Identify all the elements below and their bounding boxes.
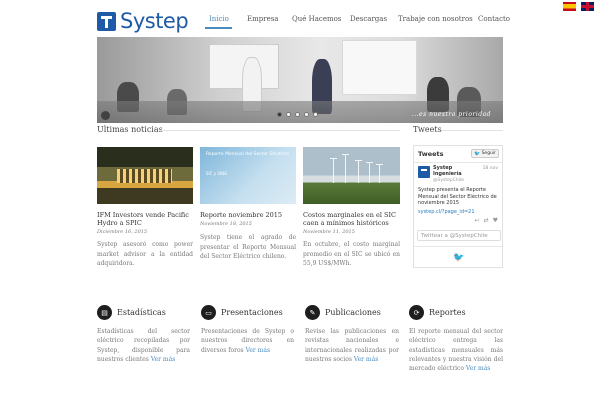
nav-active-indicator [205, 27, 232, 29]
news-excerpt: Systep asesoró como power market advisor… [97, 241, 193, 268]
ver-mas-link[interactable]: Ver más [151, 356, 175, 363]
nav-item-descargas[interactable]: Descargas [350, 15, 387, 23]
news-excerpt: Systep tiene el agrado de presentar el R… [200, 234, 296, 261]
twitter-bird-icon: 🐦 [474, 150, 481, 157]
feature-body-publicaciones: Revise las publicaciones en revistas nac… [305, 327, 399, 364]
turbine-pole [333, 159, 334, 183]
news-image-wind[interactable] [303, 147, 400, 204]
avatar[interactable] [418, 166, 430, 178]
presentation-icon[interactable]: ▭ [201, 305, 216, 320]
feature-title-publicaciones[interactable]: Publicaciones [325, 308, 381, 317]
turbine-pole [379, 165, 380, 183]
slider-dot[interactable] [286, 112, 291, 117]
hero-projection-screen [342, 40, 417, 95]
slider-dot[interactable] [313, 112, 318, 117]
tweet-author-name[interactable]: Systep Ingeniería [433, 165, 473, 177]
feature-description: Revise las publicaciones en revistas nac… [305, 328, 399, 363]
slider-dot[interactable] [295, 112, 300, 117]
feature-body-estadisticas: Estadísticas del sector eléctrico recopi… [97, 327, 190, 364]
news-image-report[interactable]: Reporte Mensual del Sector Eléctrico SIC… [200, 147, 296, 204]
flag-uk-icon[interactable] [581, 2, 594, 11]
tweets-section-title: Tweets [413, 125, 442, 134]
twitter-widget-header: Tweets [418, 150, 444, 158]
feature-body-reportes: El reporte mensual del sector eléctrico … [409, 327, 503, 373]
turbine-blade [355, 160, 362, 161]
chart-icon[interactable]: ▤ [97, 305, 112, 320]
feature-description: Estadísticas del sector eléctrico recopi… [97, 328, 190, 363]
news-title[interactable]: Costos marginales en el SIC caen a mínim… [303, 211, 400, 227]
reply-icon[interactable]: ↩ [475, 217, 480, 224]
turbine-blade [376, 164, 383, 165]
heart-icon[interactable]: ♥ [493, 217, 498, 224]
ver-mas-link[interactable]: Ver más [246, 347, 270, 354]
twitter-follow-button[interactable]: 🐦 Seguir [471, 149, 499, 158]
flag-spain-icon[interactable] [563, 2, 576, 11]
feature-body-presentaciones: Presentaciones de Systep o nuestros dire… [201, 327, 294, 355]
turbine-pole [345, 155, 346, 183]
feature-title-presentaciones[interactable]: Presentaciones [221, 308, 283, 317]
section-divider [160, 130, 400, 131]
twitter-follow-label: Seguir [481, 151, 496, 156]
main-nav: Inicio Empresa Qué Hacemos Descargas Tra… [0, 15, 600, 27]
news-section-title: Ultimas noticias [97, 125, 163, 134]
slider-pause-icon[interactable] [101, 111, 110, 120]
turbine-blade [342, 154, 349, 155]
nav-item-que-hacemos[interactable]: Qué Hacemos [292, 15, 341, 23]
retweet-icon[interactable]: ⇄ [484, 217, 489, 224]
tweet-author-handle[interactable]: @SystepChile [433, 178, 464, 183]
nav-item-empresa[interactable]: Empresa [247, 15, 278, 23]
twitter-logo-icon[interactable]: 🐦 [453, 253, 464, 263]
ver-mas-link[interactable]: Ver más [466, 365, 490, 372]
hero-tagline: ...es nuestra prioridad [411, 111, 491, 118]
turbine-blade [366, 162, 373, 163]
news-title[interactable]: Reporte noviembre 2015 [200, 211, 297, 219]
slider-dot[interactable] [277, 112, 282, 117]
feature-title-reportes[interactable]: Reportes [429, 308, 466, 317]
nav-item-contacto[interactable]: Contacto [478, 15, 510, 23]
slider-dots [277, 112, 318, 117]
tweet-actions: ↩ ⇄ ♥ [475, 217, 498, 224]
twitter-widget: Tweets 🐦 Seguir Systep Ingeniería @Syste… [413, 145, 503, 268]
news-title[interactable]: IFM Investors vende Pacific Hydro a SPIC [97, 211, 194, 227]
turbine-blade [330, 158, 337, 159]
slider-dot[interactable] [304, 112, 309, 117]
turbine-pole [358, 161, 359, 183]
section-divider [442, 130, 503, 131]
tweet-link[interactable]: systep.cl/?page_id=21 [418, 209, 475, 215]
divider [414, 162, 502, 163]
news-date: Diciembre 16, 2015 [97, 229, 148, 235]
nav-item-inicio[interactable]: Inicio [209, 15, 229, 23]
tweet-text: Systep presenta el Reporte Mensual del S… [418, 187, 497, 206]
hero-slider[interactable]: ...es nuestra prioridad [97, 37, 503, 123]
report-image-title: Reporte Mensual del Sector Eléctrico [206, 152, 289, 157]
nav-item-trabaje-con-nosotros[interactable]: Trabaje con nosotros [398, 15, 473, 23]
news-date: Noviembre 18, 2015 [200, 221, 252, 227]
news-image-ifm[interactable] [97, 147, 193, 204]
report-image-subtitle: SIC y SING [206, 171, 228, 176]
divider [414, 246, 502, 247]
news-date: Noviembre 11, 2015 [303, 229, 355, 235]
feature-title-estadisticas[interactable]: Estadísticas [117, 308, 166, 317]
report-icon[interactable]: ⟳ [409, 305, 424, 320]
turbine-pole [369, 163, 370, 183]
tweet-timestamp[interactable]: 18 nov [483, 166, 498, 171]
publication-icon[interactable]: ✎ [305, 305, 320, 320]
ver-mas-link[interactable]: Ver más [354, 356, 378, 363]
tweet-compose-input[interactable]: Twittear a @SystepChile [417, 230, 501, 241]
news-excerpt: En octubre, el costo marginal promedio e… [303, 241, 400, 268]
